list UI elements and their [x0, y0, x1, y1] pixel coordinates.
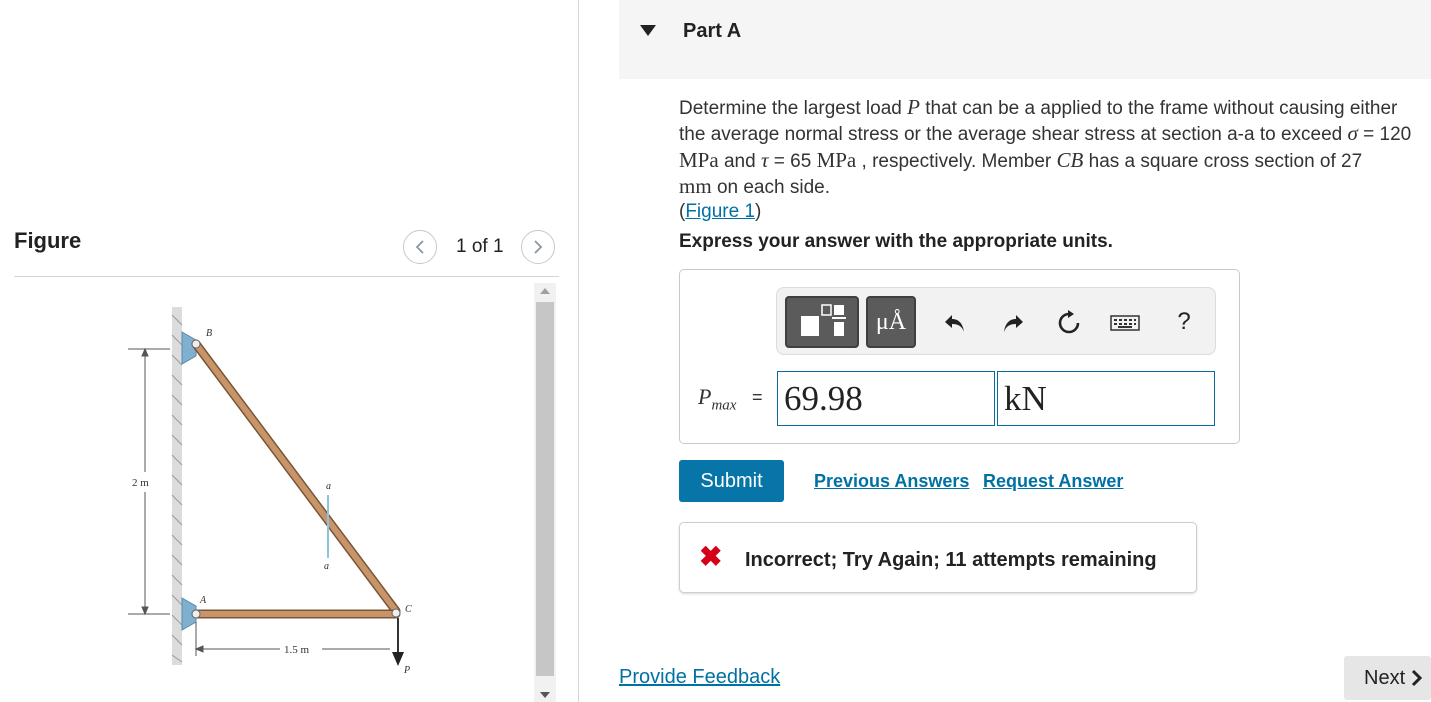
- figure-prev-button[interactable]: [403, 230, 437, 264]
- chevron-right-icon: [1412, 669, 1423, 687]
- pin-b: [191, 339, 201, 349]
- units-button[interactable]: μÅ: [866, 296, 916, 348]
- redo-icon: [1004, 315, 1023, 332]
- x-icon: ✖: [699, 541, 723, 572]
- label-c: C: [405, 604, 412, 615]
- section-label-bottom: a: [324, 561, 329, 572]
- figure-next-button[interactable]: [521, 230, 555, 264]
- help-button[interactable]: ?: [1167, 305, 1201, 339]
- panel-divider: [578, 0, 579, 702]
- keyboard-icon: [1110, 315, 1140, 331]
- chevron-right-icon: [534, 240, 543, 254]
- scroll-down-icon[interactable]: [539, 690, 551, 700]
- templates-button[interactable]: [785, 296, 859, 348]
- request-answer-link[interactable]: Request Answer: [983, 471, 1123, 492]
- figure-divider: [14, 276, 559, 277]
- section-label-top: a: [326, 481, 331, 492]
- provide-feedback-link[interactable]: Provide Feedback: [619, 666, 780, 689]
- frame-diagram: 2 m a a B A C P 1.5 m: [128, 307, 412, 676]
- label-b: B: [206, 328, 212, 339]
- label-a: A: [199, 595, 207, 606]
- next-button[interactable]: Next: [1344, 656, 1431, 700]
- question-text: Determine the largest load P that can be…: [679, 95, 1412, 223]
- chevron-left-icon: [415, 240, 424, 254]
- answer-equals: =: [752, 387, 763, 407]
- part-title[interactable]: Part A: [683, 20, 741, 43]
- next-label: Next: [1364, 666, 1406, 689]
- reset-button[interactable]: [1052, 306, 1086, 340]
- height-label: 2 m: [132, 477, 149, 489]
- instructions: Express your answer with the appropriate…: [679, 231, 1113, 252]
- caret-down-icon[interactable]: [640, 25, 656, 36]
- submit-button[interactable]: Submit: [679, 460, 784, 502]
- figure-counter: 1 of 1: [456, 236, 504, 257]
- redo-button[interactable]: [996, 306, 1030, 340]
- member-cb: [193, 341, 399, 614]
- figure-title: Figure: [14, 228, 82, 253]
- load-arrow-head: [392, 652, 404, 666]
- figure-scrollbar-thumb[interactable]: [536, 302, 554, 676]
- scroll-up-icon[interactable]: [539, 286, 551, 296]
- keyboard-button[interactable]: [1107, 306, 1143, 340]
- pin-a: [191, 609, 201, 619]
- figure-link[interactable]: Figure 1: [685, 201, 755, 222]
- units-input[interactable]: [997, 371, 1215, 426]
- templates-icon: [801, 304, 846, 336]
- reset-icon: [1058, 310, 1080, 334]
- previous-answers-link[interactable]: Previous Answers: [814, 471, 969, 492]
- undo-icon: [945, 315, 964, 332]
- label-p: P: [403, 665, 410, 676]
- pin-c: [391, 608, 401, 618]
- width-label: 1.5 m: [284, 644, 310, 656]
- undo-button[interactable]: [938, 306, 972, 340]
- feedback-text: Incorrect; Try Again; 11 attempts remain…: [745, 549, 1157, 571]
- value-input[interactable]: [777, 371, 995, 426]
- answer-variable: Pmax: [698, 384, 737, 414]
